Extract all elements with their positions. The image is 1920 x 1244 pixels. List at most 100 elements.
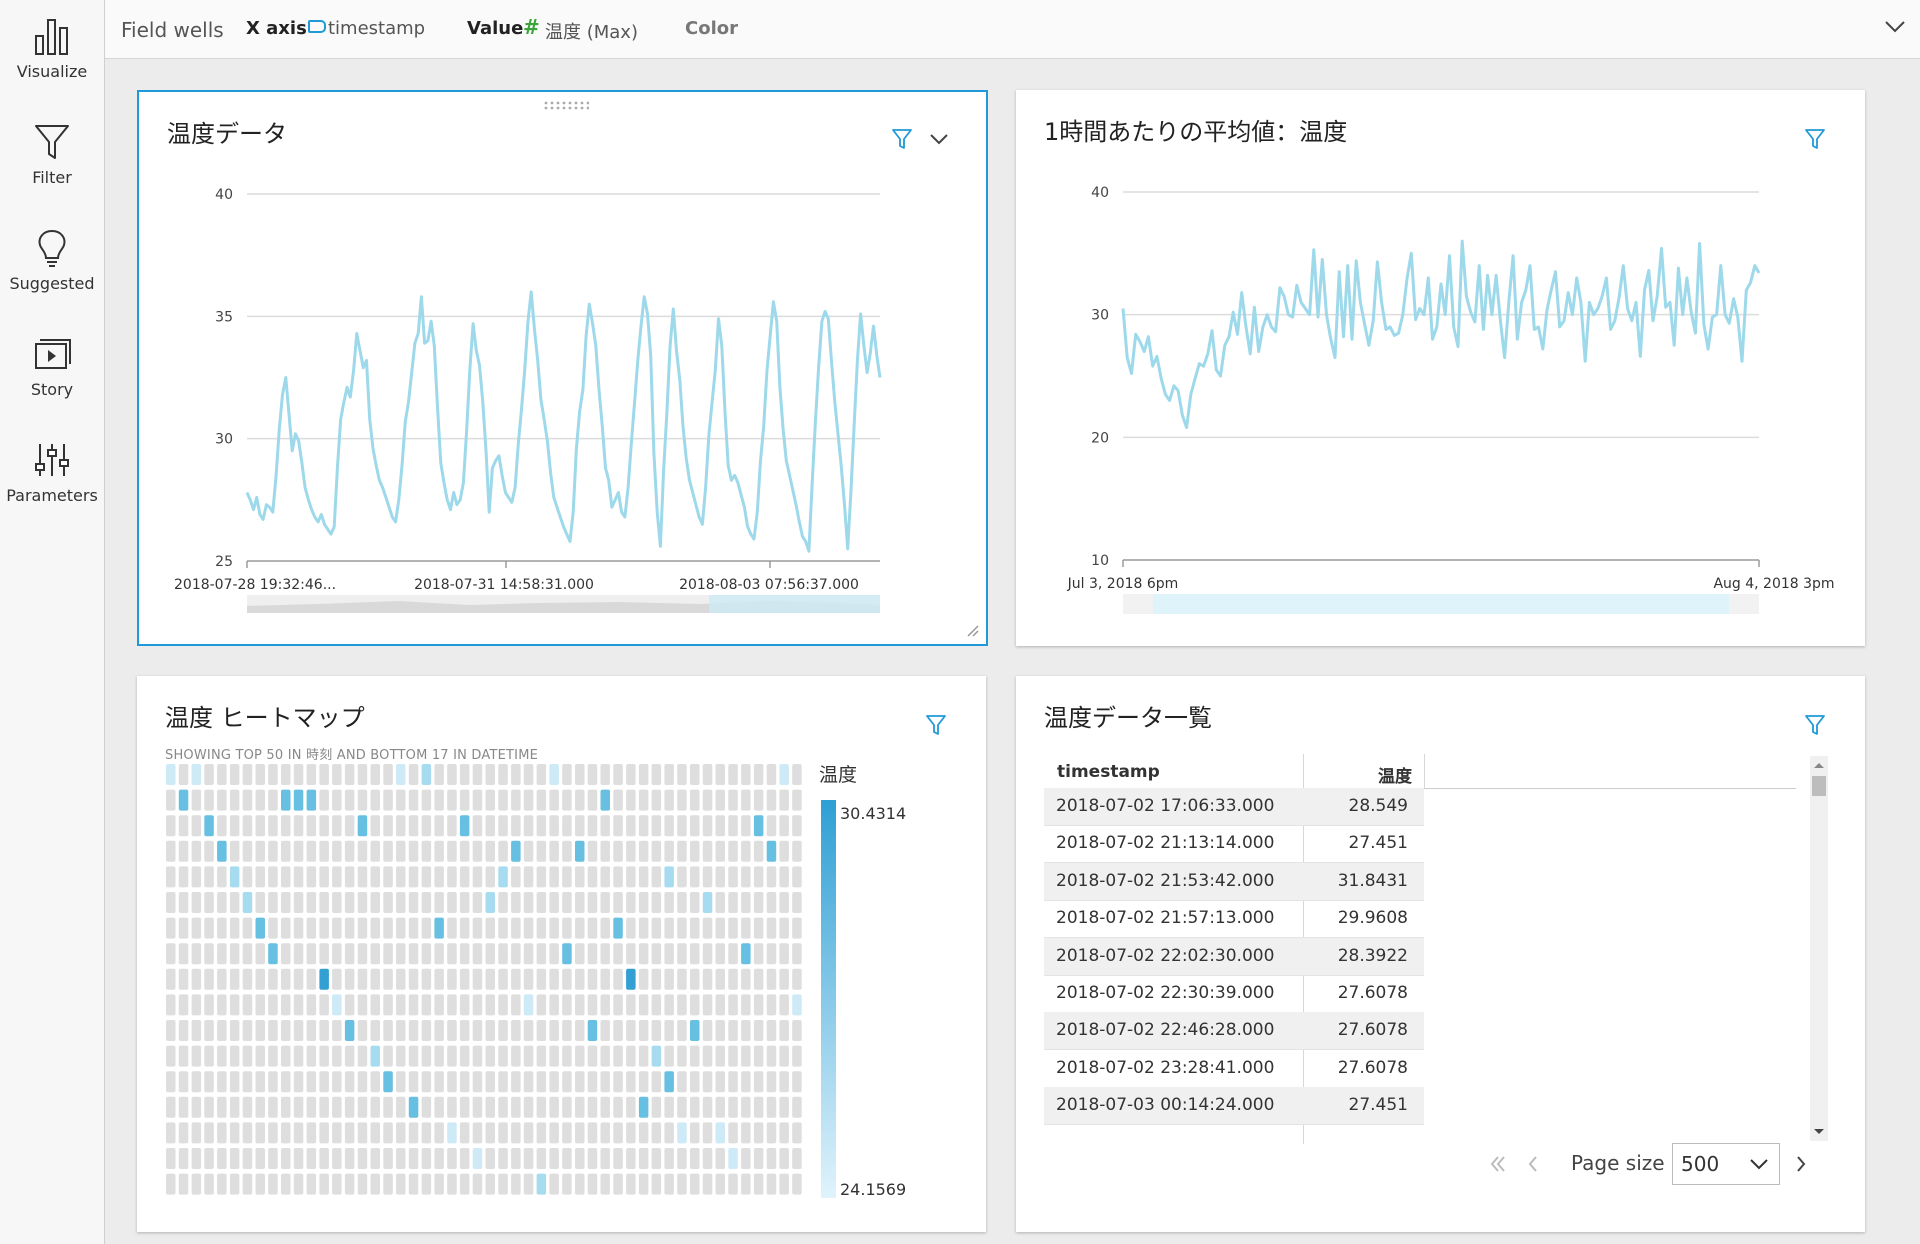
heatmap-cell[interactable] [677,815,687,837]
heatmap-cell[interactable] [638,1020,649,1041]
heatmap-cell[interactable] [434,1071,444,1093]
heatmap-cell[interactable] [741,789,751,811]
heatmap-cell[interactable] [281,968,291,990]
heatmap-cell[interactable] [779,943,789,965]
heatmap-cell[interactable] [178,764,189,785]
heatmap-cell[interactable] [728,1173,738,1195]
heatmap-cell[interactable] [600,917,611,939]
heatmap-cell[interactable] [728,866,738,888]
heatmap-cell[interactable] [370,789,381,811]
heatmap-cell[interactable] [549,1096,559,1118]
heatmap-cell[interactable] [753,1122,764,1144]
heatmap-cell[interactable] [779,917,789,939]
heatmap-cell[interactable] [434,943,444,965]
heatmap-cell[interactable] [511,943,521,965]
heatmap-cell[interactable] [690,815,700,837]
heatmap-cell[interactable] [268,943,278,965]
heatmap-cell[interactable] [166,815,176,837]
heatmap-cell[interactable] [293,1045,304,1067]
heatmap-cell[interactable] [268,764,278,785]
heatmap-cell[interactable] [344,892,355,913]
heatmap-cell[interactable] [370,866,381,888]
heatmap-cell[interactable] [523,1020,534,1041]
heatmap-cell[interactable] [281,1173,291,1195]
heatmap-cell[interactable] [549,1173,559,1195]
heatmap-cell[interactable] [779,1173,789,1195]
heatmap-cell[interactable] [498,789,508,811]
heatmap-cell[interactable] [191,968,202,990]
heatmap-cell[interactable] [434,815,444,837]
heatmap-cell[interactable] [498,892,508,913]
heatmap-cell[interactable] [677,840,687,862]
heatmap-cell[interactable] [626,815,636,837]
heatmap-cell[interactable] [511,1045,521,1067]
heatmap-cell[interactable] [702,789,713,811]
heatmap-cell[interactable] [332,1173,342,1195]
heatmap-cell[interactable] [715,917,726,939]
heatmap-cell[interactable] [306,1071,317,1093]
color-label[interactable]: Color [685,18,738,39]
heatmap-cell[interactable] [255,1148,266,1169]
heatmap-cell[interactable] [217,968,227,990]
table-row[interactable]: 2018-07-02 22:30:39.000 27.6078 [1044,975,1424,1013]
heatmap-cell[interactable] [779,789,789,811]
heatmap-cell[interactable] [651,1096,662,1118]
heatmap-cell[interactable] [741,1045,751,1067]
heatmap-cell[interactable] [332,866,342,888]
heatmap-cell[interactable] [536,840,547,862]
heatmap-cell[interactable] [293,892,304,913]
heatmap-cell[interactable] [779,866,789,888]
xaxis-field[interactable]: timestamp [328,18,425,39]
heatmap-cell[interactable] [357,1045,368,1067]
heatmap-cell[interactable] [587,1096,598,1118]
temperature-table-card[interactable]: 温度データ一覧 timestamp 温度 2018-07-02 17:06:33… [1016,676,1865,1232]
heatmap-cell[interactable] [396,917,406,939]
heatmap-cell[interactable] [702,1071,713,1093]
heatmap-cell[interactable] [562,764,572,785]
heatmap-cell[interactable] [779,892,789,913]
heatmap-cell[interactable] [741,968,751,990]
heatmap-cell[interactable] [217,1071,227,1093]
heatmap-cell[interactable] [728,1020,738,1041]
heatmap-cell[interactable] [536,892,547,913]
heatmap-cell[interactable] [702,1148,713,1169]
heatmap-cell[interactable] [587,1020,598,1041]
heatmap-cell[interactable] [383,764,393,785]
heatmap-cell[interactable] [702,840,713,862]
heatmap-cell[interactable] [204,892,214,913]
heatmap-cell[interactable] [715,1096,726,1118]
heatmap-cell[interactable] [741,764,751,785]
heatmap-cell[interactable] [536,1071,547,1093]
temperature-line-chart-card[interactable]: 温度データ 25 30 35 40 2018-07-28 19:32:46... 2018… [137,90,988,646]
heatmap-cell[interactable] [600,1096,611,1118]
heatmap-cell[interactable] [357,1096,368,1118]
heatmap-cell[interactable] [613,1096,623,1118]
heatmap-cell[interactable] [268,917,278,939]
heatmap-cell[interactable] [370,917,381,939]
heatmap-cell[interactable] [217,994,227,1016]
heatmap-cell[interactable] [191,943,202,965]
heatmap-cell[interactable] [587,815,598,837]
heatmap-cell[interactable] [702,968,713,990]
heatmap-cell[interactable] [536,764,547,785]
heatmap-cell[interactable] [306,789,317,811]
heatmap-cell[interactable] [459,815,470,837]
heatmap-cell[interactable] [421,994,432,1016]
heatmap-cell[interactable] [472,1096,483,1118]
heatmap-cell[interactable] [498,815,508,837]
heatmap-cell[interactable] [421,866,432,888]
heatmap-cell[interactable] [229,1148,240,1169]
heatmap-cell[interactable] [498,1122,508,1144]
heatmap-cell[interactable] [281,943,291,965]
heatmap-cell[interactable] [229,1071,240,1093]
heatmap-cell[interactable] [229,917,240,939]
heatmap-cell[interactable] [459,840,470,862]
heatmap-cell[interactable] [344,917,355,939]
heatmap-cell[interactable] [434,764,444,785]
heatmap-cell[interactable] [523,1122,534,1144]
heatmap-cell[interactable] [421,789,432,811]
heatmap-cell[interactable] [396,815,406,837]
heatmap-cell[interactable] [383,1071,393,1093]
heatmap-cell[interactable] [383,789,393,811]
heatmap-cell[interactable] [357,1148,368,1169]
